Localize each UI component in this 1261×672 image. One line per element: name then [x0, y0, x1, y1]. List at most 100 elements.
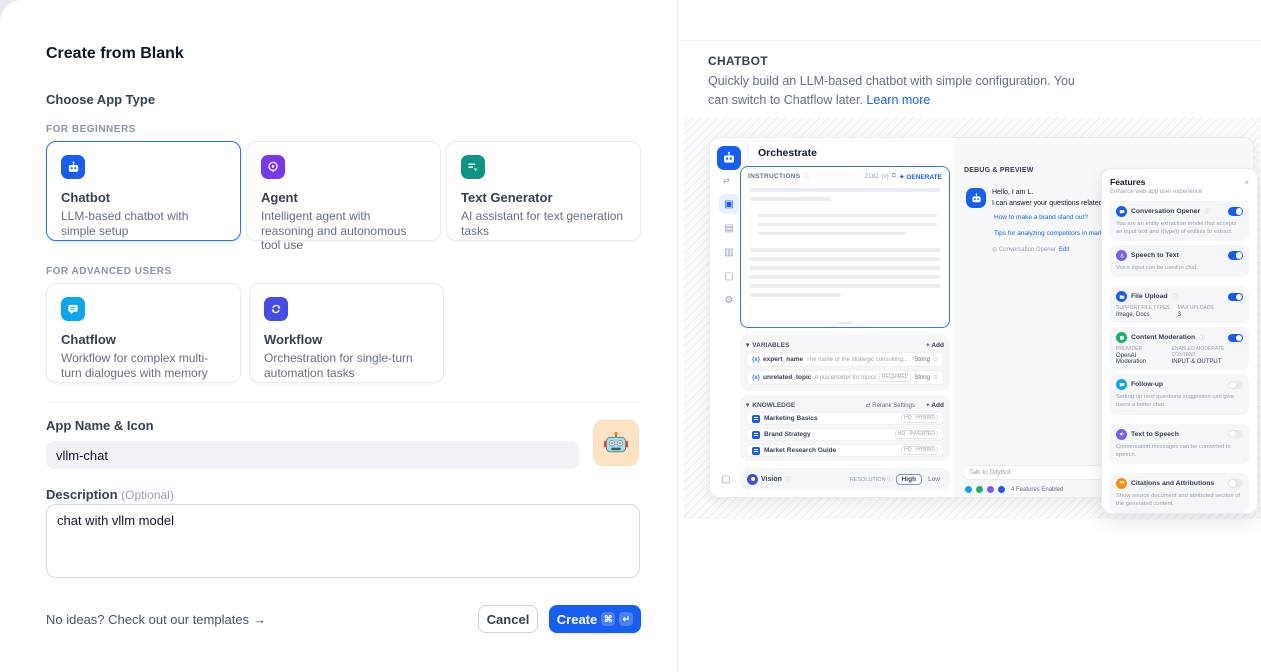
section-for-advanced-users: FOR ADVANCED USERS — [46, 266, 172, 277]
app-type-title: Chatbot — [61, 190, 226, 205]
feature-toggle — [1228, 381, 1243, 390]
pane-top-divider — [678, 40, 1261, 41]
preview-pane: CHATBOT Quickly build an LLM-based chatb… — [677, 0, 1261, 672]
feature-card-speech-to-text: Speech to Text Voice input can be used i… — [1110, 245, 1249, 277]
app-type-desc: LLM-based chatbot with simple setup — [61, 209, 226, 238]
chevron-down-icon: ▾ — [746, 401, 749, 409]
feature-toggle — [1228, 251, 1243, 260]
feature-card-content-moderation: Content Moderation ⓘ PROVIDEROpenAI Mode… — [1110, 327, 1249, 370]
feature-card-conversation-opener: Conversation Opener ⓘ You are an entity … — [1110, 201, 1249, 241]
rerank-settings: ⇄ Rerank Settings — [866, 402, 915, 409]
learn-more-link[interactable]: Learn more — [866, 93, 930, 107]
info-icon: ⓘ — [803, 172, 809, 181]
app-type-desc: Workflow for complex multi-turn dialogue… — [61, 351, 226, 380]
mini-nav-image-icon: ▤ — [719, 218, 739, 238]
variable-icon: {x} — [752, 357, 760, 363]
mini-app-icon — [717, 146, 741, 170]
variable-icon: {x} — [752, 375, 760, 381]
templates-link[interactable]: No ideas? Check out our templates→ — [46, 612, 266, 627]
app-icon-picker[interactable] — [593, 420, 639, 466]
app-type-title: Agent — [261, 190, 426, 205]
app-type-title: Chatflow — [61, 332, 226, 347]
resolution-high-chip: High — [896, 474, 922, 485]
modal-sheet: Create from Blank Choose App Type FOR BE… — [0, 0, 1261, 672]
create-app-modal: Create from Blank Choose App Type FOR BE… — [0, 0, 1261, 672]
preview-image-area: ⇄ ▣ ▤ ▥ ▢ ⚙ ▢ Orchestrate ✳ GPT-4o CHAT … — [684, 117, 1261, 519]
feature-card-text-to-speech: Text to Speech Conversation messages can… — [1110, 424, 1249, 464]
mini-nav-collapse-icon: ▢ — [721, 474, 730, 485]
robot-emoji-icon — [602, 429, 630, 457]
follow-up-icon — [1116, 379, 1127, 390]
text-generator-icon — [461, 155, 485, 179]
section-divider — [46, 402, 640, 403]
suggestion-link: How to make a brand stand out? — [994, 214, 1088, 221]
eye-icon: ⊙ — [933, 374, 938, 381]
feature-dot — [986, 485, 995, 494]
content-moderation-icon — [1116, 332, 1127, 343]
app-type-desc: AI assistant for text generation tasks — [461, 209, 626, 238]
info-icon: ⓘ — [1204, 207, 1210, 216]
mini-nav-settings-icon: ⚙ — [719, 290, 739, 310]
workflow-icon — [264, 297, 288, 321]
variable-icon: {x} — [882, 174, 889, 180]
description-textarea[interactable]: chat with vllm model — [46, 504, 640, 578]
feature-dot — [964, 485, 973, 494]
app-type-title: Workflow — [264, 332, 429, 347]
eye-icon: ⊙ — [933, 356, 938, 363]
mini-generate-button: ✦ GENERATE — [899, 173, 942, 181]
app-type-card-agent[interactable]: Agent Intelligent agent with reasoning a… — [246, 141, 441, 241]
feature-card-file-upload: File Upload ⓘ SUPPORT FILE TYPESImage, D… — [1110, 286, 1249, 323]
mini-switch-icon: ⇄ — [723, 176, 730, 185]
cancel-button[interactable]: Cancel — [478, 605, 538, 633]
app-name-input[interactable] — [46, 441, 579, 469]
app-name-label: App Name & Icon — [46, 418, 154, 433]
agent-icon — [261, 155, 285, 179]
page-title: Create from Blank — [46, 45, 184, 63]
app-type-desc: Orchestration for single-turn automation… — [264, 351, 429, 380]
drag-handle — [838, 322, 852, 324]
resolution-low-chip: Low — [925, 475, 943, 484]
dataset-icon — [752, 447, 760, 455]
app-type-card-chatflow[interactable]: Chatflow Workflow for complex multi-turn… — [46, 283, 241, 383]
app-type-card-chatbot[interactable]: Chatbot LLM-based chatbot with simple se… — [46, 141, 241, 241]
app-type-card-text-generator[interactable]: Text Generator AI assistant for text gen… — [446, 141, 641, 241]
section-for-beginners: FOR BEGINNERS — [46, 124, 136, 135]
mini-vision-row: Vision ⓘ RESOLUTION ⓘ High Low — [740, 468, 950, 490]
dataset-icon — [752, 431, 760, 439]
mini-variables-panel: ▾ VARIABLES + Add {x} expert_name The na… — [740, 335, 950, 391]
feature-card-citations: Citations and Attributions Show source d… — [1110, 473, 1249, 513]
mini-nav-notes-icon: ▢ — [719, 266, 739, 286]
info-icon: ⓘ — [785, 475, 791, 484]
chatflow-icon — [61, 297, 85, 321]
mini-page-title: Orchestrate — [758, 147, 817, 159]
close-icon: × — [1244, 178, 1249, 187]
app-type-desc: Intelligent agent with reasoning and aut… — [261, 209, 426, 253]
enabled-features-row: 4 Features Enabled — [964, 485, 1063, 494]
mini-features-panel: Features × Enhance web app user experien… — [1101, 168, 1258, 514]
feature-dot — [997, 485, 1006, 494]
variable-row: {x} unrelated_topic A placeholder for to… — [746, 370, 944, 385]
feature-toggle — [1228, 293, 1243, 302]
description-label: Description (Optional) — [46, 487, 174, 502]
mini-nav-logs-icon: ▥ — [719, 242, 739, 262]
bot-avatar — [966, 188, 986, 208]
feature-card-follow-up: Follow-up Setting up next questions sugg… — [1110, 374, 1249, 414]
speech-to-text-icon — [1116, 250, 1127, 261]
feature-toggle — [1228, 207, 1243, 216]
create-form: Create from Blank Choose App Type FOR BE… — [0, 0, 677, 672]
text-to-speech-icon — [1116, 429, 1127, 440]
description-optional: (Optional) — [121, 488, 174, 502]
feature-toggle — [1228, 334, 1243, 343]
mini-knowledge-panel: ▾ KNOWLEDGE ⇄ Rerank Settings + Add Mark… — [740, 395, 950, 461]
cmd-key-icon: ⌘ — [601, 612, 615, 626]
info-icon: ⓘ — [1199, 333, 1205, 342]
create-button[interactable]: Create ⌘ ↵ — [549, 605, 641, 633]
preview-heading: CHATBOT — [708, 54, 768, 68]
dataset-icon — [752, 415, 760, 423]
knowledge-row: Market Research Guide HQ · HYBRID — [746, 444, 944, 457]
suggestion-link: Tips for analyzing competitors in market — [994, 230, 1109, 237]
preview-description: Quickly build an LLM-based chatbot with … — [708, 72, 1078, 110]
feature-dot — [975, 485, 984, 494]
app-type-title: Text Generator — [461, 190, 626, 205]
app-type-card-workflow[interactable]: Workflow Orchestration for single-turn a… — [249, 283, 444, 383]
